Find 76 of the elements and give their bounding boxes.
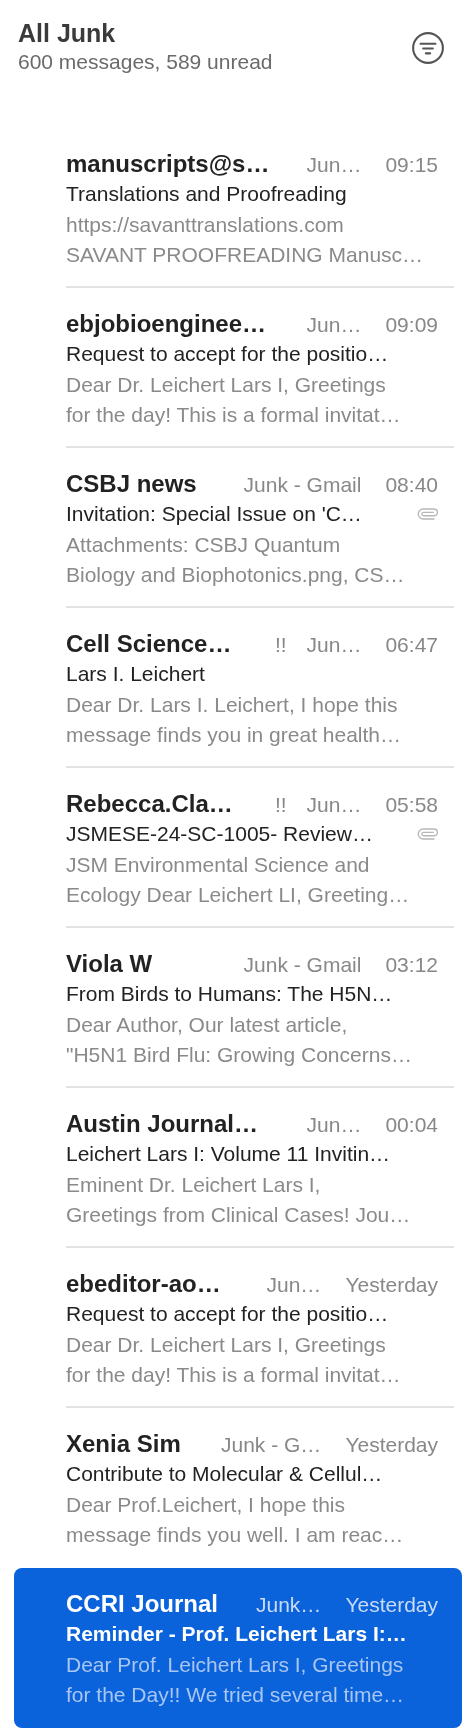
message-subject: Request to accept for the positio… <box>66 341 389 368</box>
sender-name: Cell Science… <box>66 629 232 659</box>
mailbox-label: Junk - G… <box>221 1432 322 1458</box>
mailbox-label: Junk - Gmail <box>243 952 362 978</box>
message-row[interactable]: ebeditor-ao… Jun… Yesterday Request to accept for the positio… Dear Dr. Leichert Lars I, Greetings for the day! This is a formal invitat… <box>14 1248 462 1408</box>
mailbox-label: Junk - Gmail <box>243 472 362 498</box>
message-row[interactable]: Cell Science… !! Jun… 06:47 Lars I. Leichert Dear Dr. Lars I. Leichert, I hope this message finds you in great health… <box>14 608 462 768</box>
message-preview: Attachments: CSBJ Quantum <box>66 532 342 558</box>
message-row[interactable]: manuscripts@s… Jun… 09:15 Translations and Proofreading https://savanttranslations.com SAVANT PROOFREADING Manusc… <box>14 128 462 288</box>
priority-label: !! <box>274 792 287 818</box>
mailbox-label: Jun… <box>266 1272 322 1298</box>
message-preview: https://savanttranslations.com <box>66 212 345 238</box>
filter-icon <box>411 31 445 65</box>
sender-name: Rebecca.Cla… <box>66 789 233 819</box>
message-preview: Dear Dr. Leichert Lars I, Greetings <box>66 1332 387 1358</box>
message-subject: Lars I. Leichert <box>66 661 205 688</box>
message-time: 06:47 <box>385 632 438 658</box>
message-preview: for the day! This is a formal invitat… <box>66 402 402 428</box>
message-row[interactable]: Rebecca.Cla… !! Jun… 05:58 JSMESE-24-SC-1005- Review… JSM Environmental Science and Ecology Dear Leichert LI, Greeting… <box>14 768 462 928</box>
message-preview: JSM Environmental Science and <box>66 852 371 878</box>
mailbox-label: Jun… <box>306 152 362 178</box>
sender-name: Viola W <box>66 949 153 979</box>
message-time: Yesterday <box>345 1272 438 1298</box>
message-row[interactable]: Xenia Sim Junk - G… Yesterday Contribute to Molecular & Cellul… Dear Prof.Leichert, I hope this message finds you well. I am reac… <box>14 1408 462 1568</box>
message-row[interactable]: CSBJ news Junk - Gmail 08:40 Invitation: Special Issue on 'C… Attachments: CSBJ Quantum Biology and Biophotonics.png, CS… <box>14 448 462 608</box>
message-time: 09:09 <box>385 312 438 338</box>
sender-name: Austin Journal… <box>66 1109 258 1139</box>
message-time: 00:04 <box>385 1112 438 1138</box>
message-time: 08:40 <box>385 472 438 498</box>
sender-name: ebjobioenginee… <box>66 309 266 339</box>
message-preview: SAVANT PROOFREADING Manusc… <box>66 242 425 268</box>
message-subject: Contribute to Molecular & Cellul… <box>66 1461 383 1488</box>
folder-title: All Junk <box>18 18 117 48</box>
message-preview: Dear Prof.Leichert, I hope this <box>66 1492 346 1518</box>
message-count: 600 messages, 589 unread <box>18 49 273 75</box>
message-time: 09:15 <box>385 152 438 178</box>
message-preview: Ecology Dear Leichert LI, Greeting… <box>66 882 411 908</box>
message-subject: Reminder - Prof. Leichert Lars I:… <box>66 1621 407 1648</box>
message-preview: Dear Prof. Leichert Lars I, Greetings <box>66 1652 405 1678</box>
message-row[interactable]: Viola W Junk - Gmail 03:12 From Birds to Humans: The H5N… Dear Author, Our latest article, "H5N1 Bird Flu: Growing Concerns… <box>14 928 462 1088</box>
sender-name: ebeditor-ao… <box>66 1269 221 1299</box>
message-preview: for the Day!! We tried several time… <box>66 1682 406 1708</box>
message-preview: Biology and Biophotonics.png, CS… <box>66 562 406 588</box>
filter-button[interactable] <box>410 30 446 66</box>
message-preview: message finds you well. I am reac… <box>66 1522 405 1548</box>
sender-name: manuscripts@s… <box>66 149 270 179</box>
message-preview: Eminent Dr. Leichert Lars I, <box>66 1172 322 1198</box>
message-row[interactable]: Austin Journal… Jun… 00:04 Leichert Lars I: Volume 11 Invitin… Eminent Dr. Leichert Lars I, Greetings from Clinical Cases! Jou… <box>14 1088 462 1248</box>
message-preview: Greetings from Clinical Cases! Jou… <box>66 1202 412 1228</box>
message-subject: JSMESE-24-SC-1005- Review… <box>66 821 373 848</box>
sender-name: CCRI Journal <box>66 1589 218 1619</box>
message-time: Yesterday <box>345 1432 438 1458</box>
message-preview: for the day! This is a formal invitat… <box>66 1362 402 1388</box>
message-time: Yesterday <box>345 1592 438 1618</box>
message-subject: Leichert Lars I: Volume 11 Invitin… <box>66 1141 391 1168</box>
mailbox-label: Jun… <box>306 632 362 658</box>
message-preview: Dear Dr. Lars I. Leichert, I hope this <box>66 692 399 718</box>
message-subject: From Birds to Humans: The H5N… <box>66 981 393 1008</box>
message-subject: Translations and Proofreading <box>66 181 347 208</box>
mailbox-label: Jun… <box>306 312 362 338</box>
message-preview: "H5N1 Bird Flu: Growing Concerns… <box>66 1042 413 1068</box>
message-time: 03:12 <box>385 952 438 978</box>
message-preview: Dear Author, Our latest article, <box>66 1012 349 1038</box>
message-row[interactable]: CCRI Journal Junk… Yesterday Reminder - Prof. Leichert Lars I:… Dear Prof. Leichert Lars I, Greetings for the Day!! We tried several time… <box>14 1568 462 1728</box>
mailbox-label: Junk… <box>256 1592 322 1618</box>
message-subject: Request to accept for the positio… <box>66 1301 389 1328</box>
message-preview: Dear Dr. Leichert Lars I, Greetings <box>66 372 387 398</box>
sender-name: Xenia Sim <box>66 1429 181 1459</box>
mailbox-label: Jun… <box>306 792 362 818</box>
message-preview: message finds you in great health… <box>66 722 403 748</box>
sender-name: CSBJ news <box>66 469 197 499</box>
message-time: 05:58 <box>385 792 438 818</box>
priority-label: !! <box>274 632 287 658</box>
message-subject: Invitation: Special Issue on 'C… <box>66 501 362 528</box>
message-row[interactable]: ebjobioenginee… Jun… 09:09 Request to accept for the positio… Dear Dr. Leichert Lars I, Greetings for the day! This is a formal invitat… <box>14 288 462 448</box>
mailbox-label: Jun… <box>306 1112 362 1138</box>
